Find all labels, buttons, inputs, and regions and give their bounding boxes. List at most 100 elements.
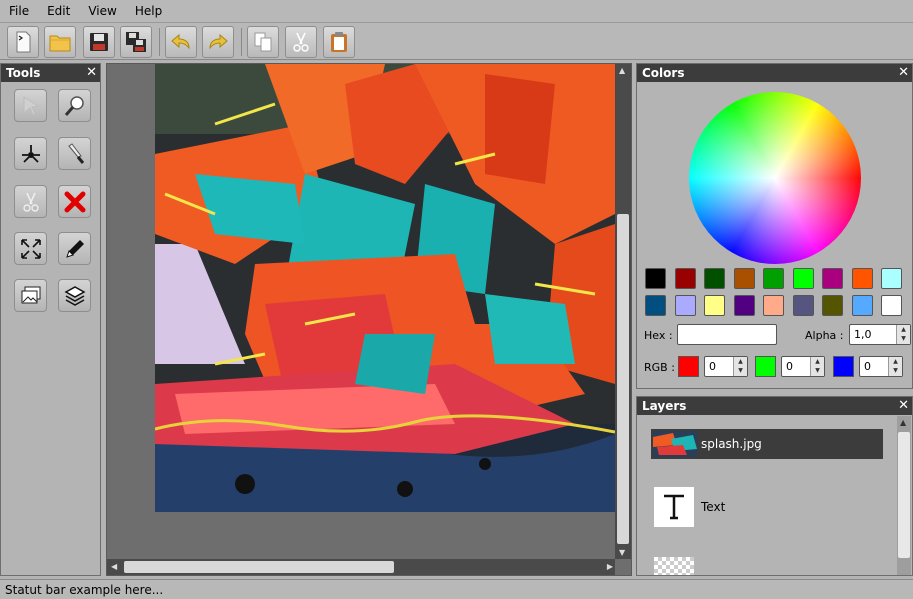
move-tool-button[interactable] bbox=[14, 137, 47, 170]
images-tool-button[interactable] bbox=[14, 279, 47, 312]
tools-title: Tools bbox=[6, 66, 41, 80]
cut-icon bbox=[22, 192, 39, 212]
horizontal-scroll-thumb[interactable] bbox=[124, 561, 394, 573]
redo-button[interactable] bbox=[202, 26, 234, 58]
green-spinbox[interactable]: 0 ▲ ▼ bbox=[781, 356, 825, 377]
menu-edit[interactable]: Edit bbox=[38, 0, 79, 22]
green-spin-buttons[interactable]: ▲ ▼ bbox=[810, 357, 824, 376]
layer-item-transparent[interactable] bbox=[651, 557, 883, 575]
select-icon bbox=[23, 95, 39, 116]
color-swatch[interactable] bbox=[704, 268, 725, 289]
layer-thumbnail bbox=[653, 431, 697, 457]
blue-value: 0 bbox=[864, 360, 871, 373]
save-button[interactable] bbox=[83, 26, 115, 58]
alpha-label: Alpha : bbox=[805, 329, 844, 342]
color-swatch[interactable] bbox=[822, 295, 843, 316]
chevron-up-icon[interactable]: ▲ bbox=[897, 325, 910, 334]
vertical-scrollbar[interactable]: ▲ ▼ bbox=[615, 64, 631, 560]
delete-icon bbox=[64, 191, 85, 212]
color-swatch[interactable] bbox=[645, 268, 666, 289]
chevron-down-icon[interactable]: ▼ bbox=[811, 366, 824, 375]
vertical-scroll-thumb[interactable] bbox=[617, 214, 629, 544]
paste-button[interactable] bbox=[323, 26, 355, 58]
color-swatch[interactable] bbox=[674, 295, 696, 316]
layers-panel-header: Layers ✕ bbox=[637, 397, 912, 415]
color-wheel[interactable] bbox=[689, 92, 861, 264]
zoom-tool-button[interactable] bbox=[58, 89, 91, 122]
toolbar-separator bbox=[241, 28, 242, 56]
color-swatch[interactable] bbox=[704, 295, 725, 316]
save-all-icon bbox=[126, 32, 146, 52]
copy-icon bbox=[254, 32, 272, 52]
scroll-left-arrow[interactable]: ◀ bbox=[111, 563, 117, 571]
select-tool-button[interactable] bbox=[14, 89, 47, 122]
canvas-image[interactable] bbox=[155, 64, 615, 512]
scroll-corner bbox=[615, 559, 631, 575]
colors-close-button[interactable]: ✕ bbox=[898, 64, 909, 82]
color-swatch[interactable] bbox=[881, 295, 902, 316]
knife-tool-button[interactable] bbox=[58, 137, 91, 170]
alpha-spin-buttons[interactable]: ▲ ▼ bbox=[896, 325, 910, 344]
red-spin-buttons[interactable]: ▲ ▼ bbox=[733, 357, 747, 376]
layers-close-button[interactable]: ✕ bbox=[898, 397, 909, 415]
color-swatch[interactable] bbox=[733, 295, 755, 316]
layer-item-text[interactable]: Text bbox=[651, 487, 883, 529]
color-swatch[interactable] bbox=[674, 268, 696, 289]
scroll-up-arrow[interactable]: ▲ bbox=[900, 419, 906, 427]
scroll-down-arrow[interactable]: ▼ bbox=[619, 549, 625, 557]
red-spinbox[interactable]: 0 ▲ ▼ bbox=[704, 356, 748, 377]
chevron-up-icon[interactable]: ▲ bbox=[734, 357, 747, 366]
blue-swatch bbox=[833, 356, 854, 377]
new-file-button[interactable] bbox=[7, 26, 39, 58]
menu-view[interactable]: View bbox=[79, 0, 125, 22]
layers-scroll-thumb[interactable] bbox=[898, 432, 910, 558]
alpha-spinbox[interactable]: 1,0 ▲ ▼ bbox=[849, 324, 911, 345]
canvas-area[interactable]: ▲ ▼ ◀ ▶ bbox=[106, 63, 632, 576]
chevron-up-icon[interactable]: ▲ bbox=[811, 357, 824, 366]
color-swatch[interactable] bbox=[851, 295, 873, 316]
transparent-layer-icon bbox=[654, 557, 694, 575]
blue-spin-buttons[interactable]: ▲ ▼ bbox=[888, 357, 902, 376]
menu-file[interactable]: File bbox=[0, 0, 38, 22]
color-swatch[interactable] bbox=[851, 268, 873, 289]
pencil-tool-button[interactable] bbox=[58, 232, 91, 265]
color-swatch[interactable] bbox=[645, 295, 666, 316]
copy-button[interactable] bbox=[247, 26, 279, 58]
horizontal-scrollbar[interactable]: ◀ ▶ bbox=[107, 559, 617, 575]
text-icon bbox=[664, 494, 684, 520]
layers-panel: Layers ✕ splash.jpg Text ▲ bbox=[636, 396, 913, 576]
color-swatch[interactable] bbox=[881, 268, 902, 289]
save-all-button[interactable] bbox=[120, 26, 152, 58]
tools-close-button[interactable]: ✕ bbox=[86, 64, 97, 82]
scroll-up-arrow[interactable]: ▲ bbox=[619, 67, 625, 75]
delete-tool-button[interactable] bbox=[58, 185, 91, 218]
color-swatch[interactable] bbox=[763, 268, 784, 289]
menu-help[interactable]: Help bbox=[126, 0, 171, 22]
chevron-down-icon[interactable]: ▼ bbox=[889, 366, 902, 375]
chevron-down-icon[interactable]: ▼ bbox=[897, 334, 910, 343]
hex-input[interactable] bbox=[677, 324, 777, 345]
layers-scrollbar[interactable]: ▲ bbox=[897, 416, 911, 575]
undo-button[interactable] bbox=[165, 26, 197, 58]
layer-name: splash.jpg bbox=[701, 437, 762, 451]
scroll-right-arrow[interactable]: ▶ bbox=[607, 563, 613, 571]
chevron-down-icon[interactable]: ▼ bbox=[734, 366, 747, 375]
color-swatch[interactable] bbox=[792, 295, 814, 316]
color-swatch[interactable] bbox=[792, 268, 814, 289]
layers-tool-button[interactable] bbox=[58, 279, 91, 312]
cut-tool-button[interactable] bbox=[14, 185, 47, 218]
colors-panel: Colors ✕ Hex : Alpha : 1,0 ▲ ▼ RGB : 0 ▲ ▼… bbox=[636, 63, 913, 389]
color-swatch[interactable] bbox=[733, 268, 755, 289]
layer-item-splash[interactable]: splash.jpg bbox=[651, 429, 883, 459]
fullscreen-tool-button[interactable] bbox=[14, 232, 47, 265]
open-folder-button[interactable] bbox=[44, 26, 76, 58]
colors-title: Colors bbox=[642, 66, 685, 80]
hex-label: Hex : bbox=[644, 329, 673, 342]
chevron-up-icon[interactable]: ▲ bbox=[889, 357, 902, 366]
blue-spinbox[interactable]: 0 ▲ ▼ bbox=[859, 356, 903, 377]
color-swatch[interactable] bbox=[822, 268, 843, 289]
colors-panel-header: Colors ✕ bbox=[637, 64, 912, 82]
toolbar bbox=[0, 22, 913, 60]
cut-button[interactable] bbox=[285, 26, 317, 58]
color-swatch[interactable] bbox=[763, 295, 784, 316]
